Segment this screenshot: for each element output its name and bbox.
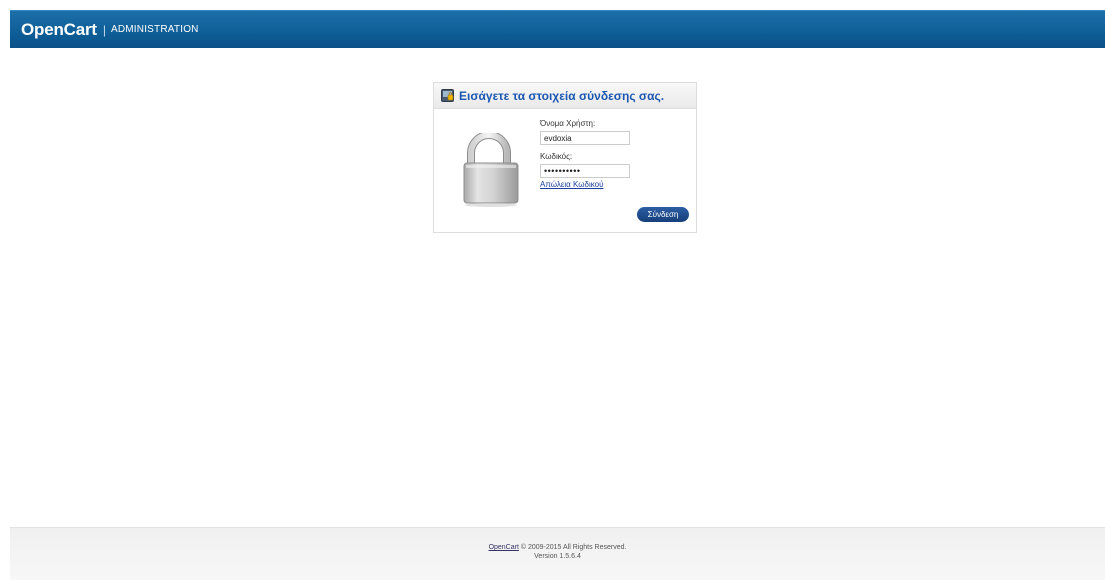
login-button[interactable]: Σύνδεση bbox=[637, 207, 689, 222]
username-label: Όνομα Χρήστη: bbox=[540, 119, 596, 128]
brand-subtitle: ADMINISTRATION bbox=[110, 24, 199, 35]
footer-opencart-link[interactable]: OpenCart bbox=[489, 544, 519, 551]
padlock-icon bbox=[463, 133, 519, 207]
footer-copyright: © 2009-2015 All Rights Reserved. bbox=[520, 544, 627, 551]
admin-header: OpenCart | ADMINISTRATION bbox=[10, 10, 1105, 48]
login-box: Εισάγετε τα στοιχεία σύνδεσης σας. Όνομα… bbox=[433, 82, 697, 233]
username-input[interactable] bbox=[540, 131, 630, 145]
footer-copyright-line: OpenCart © 2009-2015 All Rights Reserved… bbox=[10, 543, 1105, 552]
brand-separator: | bbox=[102, 22, 106, 37]
login-heading: Εισάγετε τα στοιχεία σύνδεσης σας. bbox=[434, 83, 696, 109]
brand-logo[interactable]: OpenCart bbox=[21, 20, 97, 40]
login-form: Όνομα Χρήστη: Κωδικός: Απώλεια Κωδικού bbox=[540, 119, 630, 189]
page: OpenCart | ADMINISTRATION Εισάγετε τα στ… bbox=[0, 0, 1105, 580]
login-title: Εισάγετε τα στοιχεία σύνδεσης σας. bbox=[459, 88, 665, 103]
forgot-password-link[interactable]: Απώλεια Κωδικού bbox=[540, 180, 630, 189]
footer: OpenCart © 2009-2015 All Rights Reserved… bbox=[10, 527, 1105, 580]
password-label: Κωδικός: bbox=[540, 152, 573, 161]
footer-version: Version 1.5.6.4 bbox=[534, 553, 581, 560]
password-input[interactable] bbox=[540, 164, 630, 178]
lockscreen-icon bbox=[441, 89, 454, 102]
